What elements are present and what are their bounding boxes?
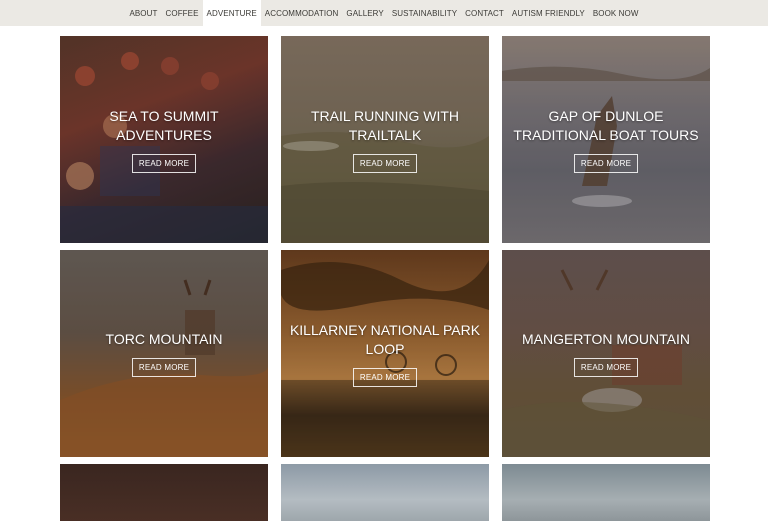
card-sea-to-summit[interactable]: SEA TO SUMMIT ADVENTURES READ MORE <box>60 36 268 243</box>
card-title: MANGERTON MOUNTAIN <box>521 331 690 347</box>
card-killarney-loop[interactable]: KILLARNEY NATIONAL PARK LOOP READ MORE <box>281 250 489 457</box>
adventure-grid: SEA TO SUMMIT ADVENTURES READ MORE TRAIL… <box>0 0 768 521</box>
card-trail-running[interactable]: TRAIL RUNNING WITH TRAILTALK READ MORE <box>281 36 489 243</box>
card-image <box>60 464 268 521</box>
card-row3-3[interactable] <box>502 464 710 521</box>
card-image <box>502 464 710 521</box>
nav-item-gallery[interactable]: GALLERY <box>342 0 387 26</box>
nav-item-adventure[interactable]: ADVENTURE <box>202 0 261 26</box>
nav-item-autism-friendly[interactable]: AUTISM FRIENDLY <box>508 0 589 26</box>
card-mangerton-mountain[interactable]: MANGERTON MOUNTAIN READ MORE <box>502 250 710 457</box>
nav-item-sustainability[interactable]: SUSTAINABILITY <box>388 0 461 26</box>
card-title: TRAIL RUNNING WITH TRAILTALK <box>310 107 460 143</box>
card-title: KILLARNEY NATIONAL PARK LOOP <box>289 321 481 357</box>
top-navigation: ABOUT COFFEE ADVENTURE ACCOMMODATION GAL… <box>0 0 768 26</box>
nav-item-book-now[interactable]: BOOK NOW <box>589 0 643 26</box>
nav-item-contact[interactable]: CONTACT <box>461 0 508 26</box>
card-image <box>281 464 489 521</box>
read-more-button[interactable]: READ MORE <box>131 358 197 377</box>
card-title: GAP OF DUNLOE TRADITIONAL BOAT TOURS <box>513 107 699 143</box>
nav-item-about[interactable]: ABOUT <box>125 0 161 26</box>
read-more-button[interactable]: READ MORE <box>573 153 639 173</box>
card-title: TORC MOUNTAIN <box>105 331 223 347</box>
nav-item-accommodation[interactable]: ACCOMMODATION <box>261 0 343 26</box>
card-title: SEA TO SUMMIT ADVENTURES <box>109 107 219 143</box>
read-more-button[interactable]: READ MORE <box>573 358 639 377</box>
card-row3-1[interactable] <box>60 464 268 521</box>
card-torc-mountain[interactable]: TORC MOUNTAIN READ MORE <box>60 250 268 457</box>
read-more-button[interactable]: READ MORE <box>352 153 418 173</box>
nav-item-coffee[interactable]: COFFEE <box>162 0 203 26</box>
card-row3-2[interactable] <box>281 464 489 521</box>
read-more-button[interactable]: READ MORE <box>352 367 418 387</box>
card-gap-of-dunloe[interactable]: GAP OF DUNLOE TRADITIONAL BOAT TOURS REA… <box>502 36 710 243</box>
read-more-button[interactable]: READ MORE <box>131 153 197 173</box>
